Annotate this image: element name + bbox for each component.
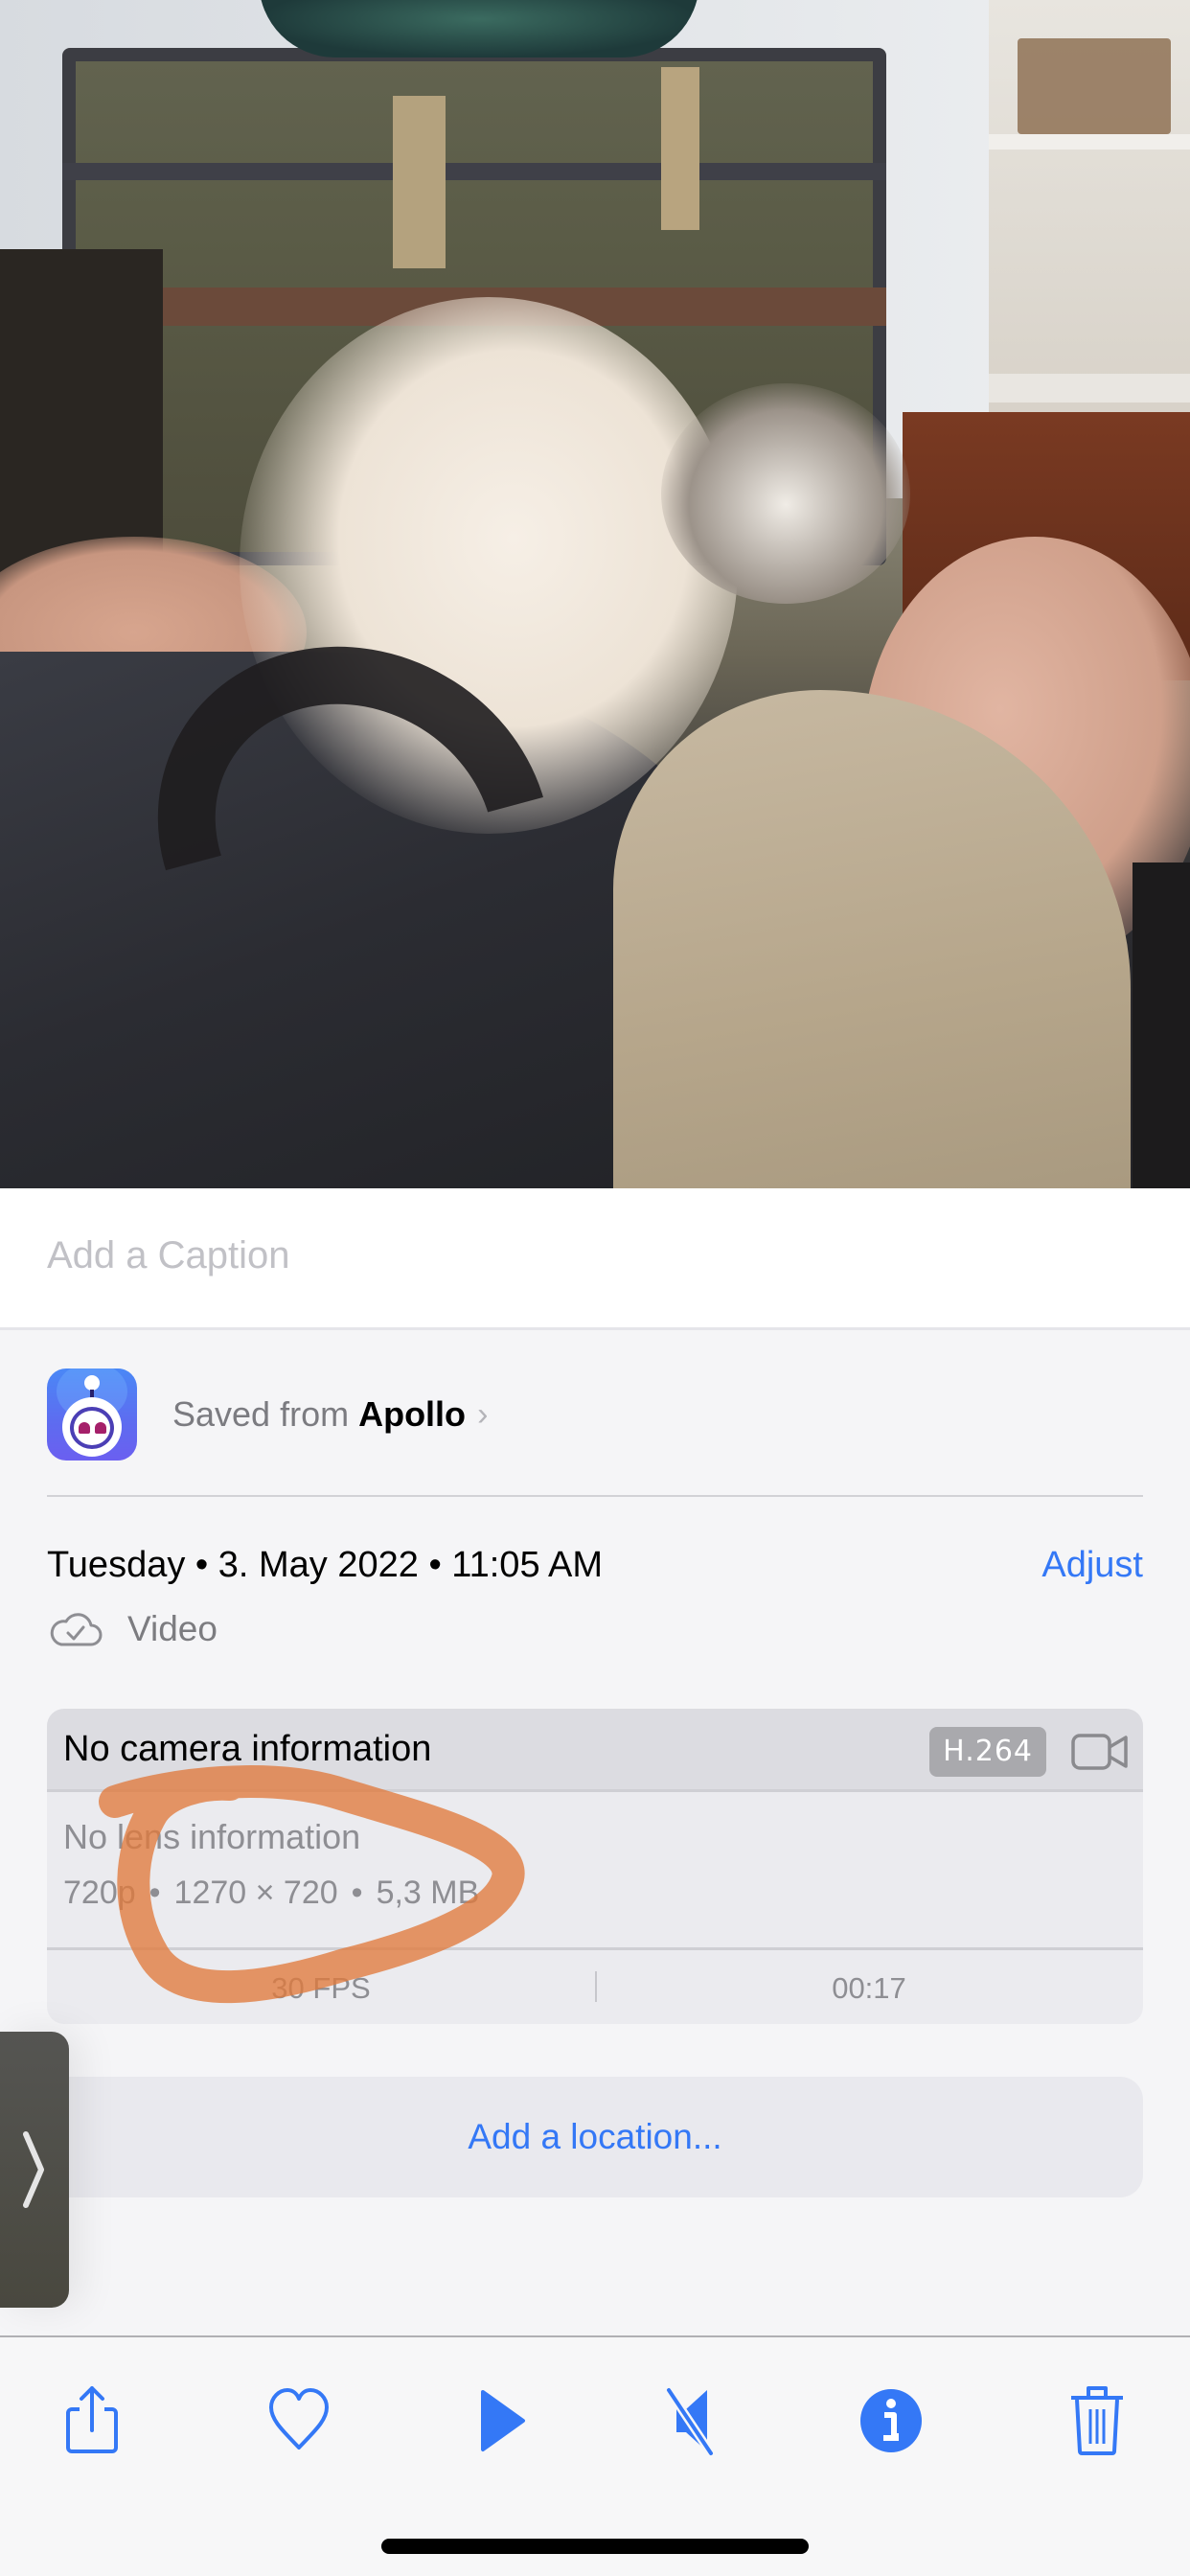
video-specs: 720p • 1270 × 720 • 5,3 MB (63, 1874, 479, 1912)
separator: • (149, 1874, 161, 1911)
file-size: 5,3 MB (376, 1874, 480, 1911)
apollo-app-icon (47, 1368, 137, 1460)
separator: • (351, 1874, 363, 1911)
photo-shadow (1133, 862, 1190, 1188)
caption-area (0, 1188, 1190, 1330)
video-camera-icon (1071, 1734, 1128, 1770)
home-indicator[interactable] (381, 2539, 809, 2554)
source-prefix: Saved from (172, 1394, 350, 1434)
divider (47, 1495, 1143, 1497)
media-type-label: Video (127, 1609, 217, 1648)
source-app-row[interactable]: Saved from Apollo › (47, 1368, 488, 1460)
video-resolution: 1270 × 720 (173, 1874, 338, 1911)
video-duration: 00:17 (832, 1971, 906, 2005)
speaker-muted-icon (665, 2387, 715, 2456)
add-location-button[interactable]: Add a location... (47, 2077, 1143, 2197)
photo-trunk-band (62, 163, 886, 180)
play-icon (481, 2390, 525, 2451)
side-panel-handle[interactable] (0, 2032, 69, 2308)
video-frame[interactable] (0, 0, 1190, 1188)
photo-bowl (259, 0, 699, 58)
photo-shelf-board (989, 134, 1190, 150)
photo-kitten-head (661, 383, 910, 604)
play-button[interactable] (458, 2378, 544, 2464)
mute-button[interactable] (652, 2378, 738, 2464)
share-button[interactable] (49, 2378, 135, 2464)
source-app-name[interactable]: Apollo (358, 1394, 466, 1435)
codec-badge: H.264 (929, 1727, 1046, 1777)
info-button[interactable] (848, 2378, 934, 2464)
heart-icon (269, 2388, 329, 2450)
bottom-toolbar (0, 2335, 1190, 2576)
icloud-check-icon (50, 1613, 103, 1646)
favorite-button[interactable] (256, 2378, 342, 2464)
adjust-date-button[interactable]: Adjust (1041, 1545, 1143, 1586)
lens-info: No lens information (63, 1817, 361, 1856)
media-type-row: Video (47, 1608, 217, 1650)
photo-basket (1018, 38, 1171, 134)
info-card-header: No camera information H.264 (47, 1709, 1143, 1792)
media-info-card: No camera information H.264 No lens info… (47, 1709, 1143, 2024)
info-card-footer: 30 FPS 00:17 (47, 1947, 1143, 2024)
capture-date: Tuesday • 3. May 2022 • 11:05 AM (47, 1545, 604, 1585)
video-quality: 720p (63, 1874, 136, 1911)
photo-viewer-screen: Saved from Apollo › Tuesday • 3. May 202… (0, 0, 1190, 2576)
photo-trunk-strap (661, 67, 699, 230)
trash-icon (1071, 2386, 1123, 2455)
chevron-right-icon: › (477, 1395, 489, 1433)
photo-shelf-board (989, 374, 1190, 402)
info-icon (860, 2389, 922, 2452)
frame-rate: 30 FPS (271, 1971, 371, 2005)
photo-trunk-strap (393, 96, 446, 268)
caption-input[interactable] (47, 1234, 1149, 1277)
chevron-right-icon (23, 2131, 44, 2208)
camera-info: No camera information (63, 1729, 432, 1769)
delete-button[interactable] (1054, 2378, 1140, 2464)
share-icon (66, 2386, 118, 2453)
